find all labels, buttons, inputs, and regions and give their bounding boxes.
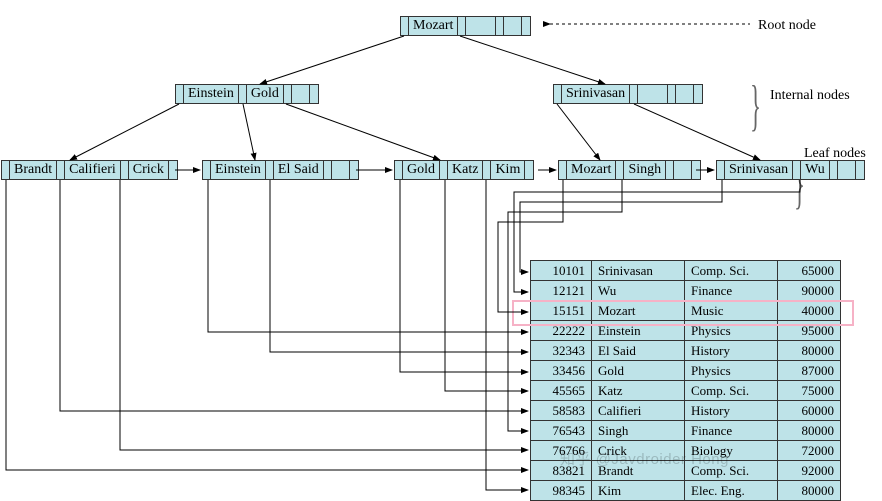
table-row: 32343El SaidHistory80000 <box>531 341 841 361</box>
root-node-label: Root node <box>758 18 816 34</box>
leaf-node-1: Einstein El Said <box>202 160 359 180</box>
table-row: 22222EinsteinPhysics95000 <box>531 321 841 341</box>
internal-node-0: Einstein Gold <box>175 84 319 104</box>
leaf-node-2: Gold Katz Kim <box>394 160 534 180</box>
node-key: Mozart <box>409 17 458 35</box>
table-cell-salary: 80000 <box>778 341 841 361</box>
table-row: 45565KatzComp. Sci.75000 <box>531 381 841 401</box>
internal-brace-icon: } <box>750 92 761 120</box>
table-cell-name: Singh <box>592 421 685 441</box>
root-node: Mozart <box>400 16 531 36</box>
internal-node-1: Srinivasan <box>553 84 703 104</box>
node-key: Crick <box>129 161 169 179</box>
table-cell-dept: Elec. Eng. <box>685 481 778 501</box>
node-key: Singh <box>624 161 666 179</box>
table-cell-salary: 75000 <box>778 381 841 401</box>
table-cell-id: 58583 <box>531 401 592 421</box>
table-cell-id: 32343 <box>531 341 592 361</box>
table-cell-id: 45565 <box>531 381 592 401</box>
node-key: Gold <box>247 85 284 103</box>
table-cell-salary: 92000 <box>778 461 841 481</box>
table-cell-dept: Music <box>685 301 778 321</box>
node-key: Srinivasan <box>562 85 630 103</box>
leaf-node-3: Mozart Singh <box>558 160 701 180</box>
node-key: Einstein <box>211 161 266 179</box>
table-cell-name: Gold <box>592 361 685 381</box>
table-cell-name: Mozart <box>592 301 685 321</box>
table-cell-dept: Physics <box>685 321 778 341</box>
table-cell-id: 15151 <box>531 301 592 321</box>
table-cell-name: Kim <box>592 481 685 501</box>
table-cell-dept: Finance <box>685 281 778 301</box>
node-key: Mozart <box>567 161 616 179</box>
table-cell-dept: History <box>685 341 778 361</box>
table-row: 58583CalifieriHistory60000 <box>531 401 841 421</box>
table-cell-salary: 72000 <box>778 441 841 461</box>
table-cell-id: 10101 <box>531 261 592 281</box>
table-cell-salary: 40000 <box>778 301 841 321</box>
node-key: Einstein <box>184 85 239 103</box>
node-key: Wu <box>801 161 830 179</box>
table-cell-name: Einstein <box>592 321 685 341</box>
table-cell-name: Wu <box>592 281 685 301</box>
table-cell-id: 76543 <box>531 421 592 441</box>
table-cell-dept: Finance <box>685 421 778 441</box>
table-cell-id: 33456 <box>531 361 592 381</box>
table-row: 76543SinghFinance80000 <box>531 421 841 441</box>
node-key: Gold <box>403 161 440 179</box>
node-key: Katz <box>448 161 483 179</box>
node-key: Kim <box>491 161 525 179</box>
table-row: 15151MozartMusic40000 <box>531 301 841 321</box>
table-cell-name: Katz <box>592 381 685 401</box>
table-cell-salary: 80000 <box>778 481 841 501</box>
table-cell-salary: 95000 <box>778 321 841 341</box>
table-cell-dept: History <box>685 401 778 421</box>
table-row: 10101SrinivasanComp. Sci.65000 <box>531 261 841 281</box>
table-cell-salary: 80000 <box>778 421 841 441</box>
table-cell-name: Califieri <box>592 401 685 421</box>
table-cell-id: 98345 <box>531 481 592 501</box>
table-cell-salary: 60000 <box>778 401 841 421</box>
watermark: 知乎 @Javdroider Hong <box>560 448 729 469</box>
internal-nodes-label: Internal nodes <box>770 88 850 104</box>
table-row: 33456GoldPhysics87000 <box>531 361 841 381</box>
table-cell-id: 22222 <box>531 321 592 341</box>
table-cell-id: 12121 <box>531 281 592 301</box>
table-row: 98345KimElec. Eng.80000 <box>531 481 841 501</box>
table-cell-salary: 90000 <box>778 281 841 301</box>
table-row: 12121WuFinance90000 <box>531 281 841 301</box>
node-key: Srinivasan <box>725 161 793 179</box>
table-cell-salary: 87000 <box>778 361 841 381</box>
leaf-node-4: Srinivasan Wu <box>716 160 865 180</box>
leaf-node-0: Brandt Califieri Crick <box>1 160 178 180</box>
table-cell-dept: Physics <box>685 361 778 381</box>
node-key: Brandt <box>10 161 57 179</box>
table-cell-name: Srinivasan <box>592 261 685 281</box>
table-cell-dept: Comp. Sci. <box>685 261 778 281</box>
table-cell-dept: Comp. Sci. <box>685 381 778 401</box>
node-key: Califieri <box>65 161 121 179</box>
table-cell-name: El Said <box>592 341 685 361</box>
table-cell-salary: 65000 <box>778 261 841 281</box>
node-key: El Said <box>274 161 324 179</box>
